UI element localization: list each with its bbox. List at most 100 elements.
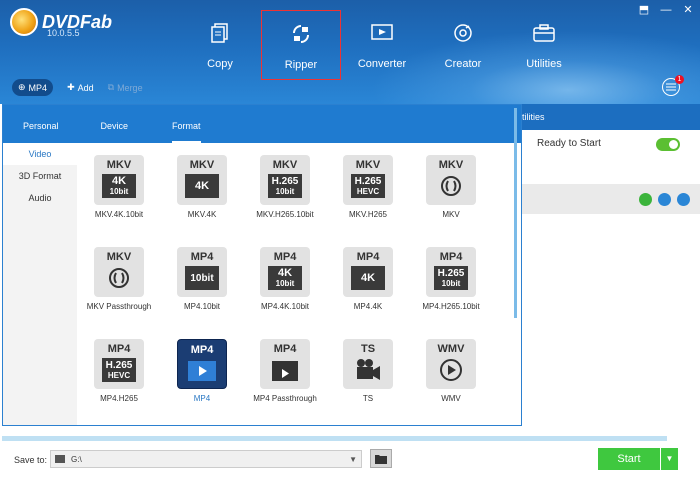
format-container-label: MKV <box>189 159 215 171</box>
play-icon[interactable] <box>639 193 652 206</box>
codec-chip-primary: H.265 <box>354 176 382 187</box>
format-thumbnail: MKV <box>426 155 476 205</box>
clapper-icon <box>268 358 302 382</box>
tab-device[interactable]: Device <box>101 105 129 143</box>
format-container-label: MKV <box>355 159 381 171</box>
format-container-label: MKV <box>106 159 132 171</box>
format-container-label: MP4 <box>190 344 214 356</box>
format-item[interactable]: MP4 MP4 <box>160 339 244 403</box>
format-item[interactable]: MKV 4K 10bit MKV.4K.10bit <box>77 155 161 219</box>
format-item[interactable]: MP4 4K 10bit MP4.4K.10bit <box>243 247 327 311</box>
format-name: MP4.4K <box>353 302 383 311</box>
format-item[interactable]: MP4 H.265 10bit MP4.H265.10bit <box>409 247 493 311</box>
edit-icon[interactable] <box>677 193 690 206</box>
format-container-label: MP4 <box>273 343 297 355</box>
ripper-icon <box>290 23 312 45</box>
codec-chip-primary: H.265 <box>105 360 133 371</box>
share-icon[interactable] <box>658 193 671 206</box>
format-item[interactable]: MKV H.265 10bit MKV.H265.10bit <box>243 155 327 219</box>
format-name: MP4.H265 <box>100 394 138 403</box>
save-path-select[interactable]: G:\ ▼ <box>50 450 362 468</box>
profile-popup: Personal Device Format Video 3D Format A… <box>2 104 522 426</box>
format-name: MKV.4K <box>187 210 217 219</box>
codec-chip-primary: 4K <box>360 271 376 284</box>
codec-chip-secondary: 10bit <box>275 187 295 196</box>
popup-tabs: Personal Device Format <box>3 105 521 143</box>
format-item[interactable]: MP4 10bit MP4.10bit <box>160 247 244 311</box>
copy-icon <box>209 22 231 44</box>
save-path-value: G:\ <box>71 454 82 464</box>
format-item[interactable]: MKV MKV <box>409 155 493 219</box>
plus-circle-icon: ⊕ <box>18 82 26 92</box>
format-item[interactable]: MP4 MP4 Passthrough <box>243 339 327 403</box>
codec-chip: H.265 HEVC <box>351 174 385 198</box>
open-folder-icon <box>375 454 387 464</box>
format-item[interactable]: TS TS <box>326 339 410 403</box>
tab-format[interactable]: Format <box>172 105 201 143</box>
task-tab-utilities[interactable]: tilities <box>520 104 700 130</box>
format-thumbnail: MP4 10bit <box>177 247 227 297</box>
notification-badge: 1 <box>675 75 684 84</box>
add-button[interactable]: ✚ Add <box>67 82 94 93</box>
format-name: MKV <box>442 210 460 219</box>
converter-icon <box>371 22 393 44</box>
sidebar-item-3d-format[interactable]: 3D Format <box>3 165 77 187</box>
codec-chip: 4K 10bit <box>268 266 302 290</box>
format-name: MP4 Passthrough <box>253 394 317 403</box>
format-item[interactable]: MKV H.265 HEVC MKV.H265 <box>326 155 410 219</box>
restore-icon[interactable]: ⬒ <box>638 4 650 16</box>
popup-scrollbar[interactable] <box>514 108 517 318</box>
dvdfab-window: DVDFab 10.0.5.5 ⬒ — ✕ Copy Ripper Conver… <box>0 0 700 477</box>
format-container-label: MKV <box>106 251 132 263</box>
codec-chip: 4K <box>185 174 219 198</box>
codec-chip: 4K 10bit <box>102 174 136 198</box>
format-container-label: MKV <box>438 159 464 171</box>
format-thumbnail: MKV H.265 10bit <box>260 155 310 205</box>
format-item[interactable]: WMV WMV <box>409 339 493 403</box>
task-pane: tilities Ready to Start <box>520 104 700 434</box>
nav-ripper[interactable]: Ripper <box>261 10 341 80</box>
codec-chip-primary: 10bit <box>190 272 214 284</box>
nav-creator[interactable]: Creator <box>423 10 503 80</box>
merge-label: Merge <box>117 82 143 93</box>
profile-selector[interactable]: ⊕ MP4 <box>12 79 54 96</box>
module-nav: Copy Ripper Converter Creator Utilities <box>180 10 585 80</box>
format-name: MKV.H265.10bit <box>256 210 314 219</box>
format-thumbnail: MP4 4K 10bit <box>260 247 310 297</box>
format-thumbnail: TS <box>343 339 393 389</box>
format-name: MKV.4K.10bit <box>94 210 144 219</box>
codec-chip-primary: 4K <box>277 267 293 279</box>
format-item[interactable]: MKV MKV Passthrough <box>77 247 161 311</box>
play-circle-icon <box>434 358 468 382</box>
bottom-bar: Save to: G:\ ▼ Start ▼ <box>0 441 700 477</box>
nav-utilities[interactable]: Utilities <box>504 10 584 80</box>
tab-personal[interactable]: Personal <box>23 105 59 143</box>
format-thumbnail: MP4 4K <box>343 247 393 297</box>
ready-toggle[interactable] <box>656 138 680 151</box>
nav-copy[interactable]: Copy <box>180 10 260 80</box>
start-options-dropdown[interactable]: ▼ <box>661 448 678 470</box>
nav-creator-label: Creator <box>444 58 482 70</box>
task-row[interactable] <box>520 184 700 214</box>
format-name: MP4 <box>193 394 211 403</box>
start-button[interactable]: Start <box>598 448 660 470</box>
camera-icon <box>351 358 385 382</box>
profile-label: MP4 <box>28 82 48 93</box>
format-grid: MKV 4K 10bit MKV.4K.10bit MKV 4K MKV.4K MKV H.26… <box>77 143 513 425</box>
header: DVDFab 10.0.5.5 ⬒ — ✕ Copy Ripper Conver… <box>0 0 700 104</box>
format-item[interactable]: MP4 H.265 HEVC MP4.H265 <box>77 339 161 403</box>
format-thumbnail: MKV H.265 HEVC <box>343 155 393 205</box>
format-container-label: WMV <box>437 343 465 355</box>
close-icon[interactable]: ✕ <box>682 4 694 16</box>
codec-chip-primary: H.265 <box>271 176 299 187</box>
browse-folder-button[interactable] <box>370 449 392 468</box>
format-item[interactable]: MKV 4K MKV.4K <box>160 155 244 219</box>
format-thumbnail: MP4 <box>260 339 310 389</box>
codec-chip-secondary: HEVC <box>107 371 131 380</box>
nav-converter[interactable]: Converter <box>342 10 422 80</box>
sidebar-item-video[interactable]: Video <box>3 143 77 165</box>
minimize-icon[interactable]: — <box>660 4 672 16</box>
sidebar-item-audio[interactable]: Audio <box>3 187 77 209</box>
merge-button[interactable]: ⧉ Merge <box>108 82 143 93</box>
format-item[interactable]: MP4 4K MP4.4K <box>326 247 410 311</box>
